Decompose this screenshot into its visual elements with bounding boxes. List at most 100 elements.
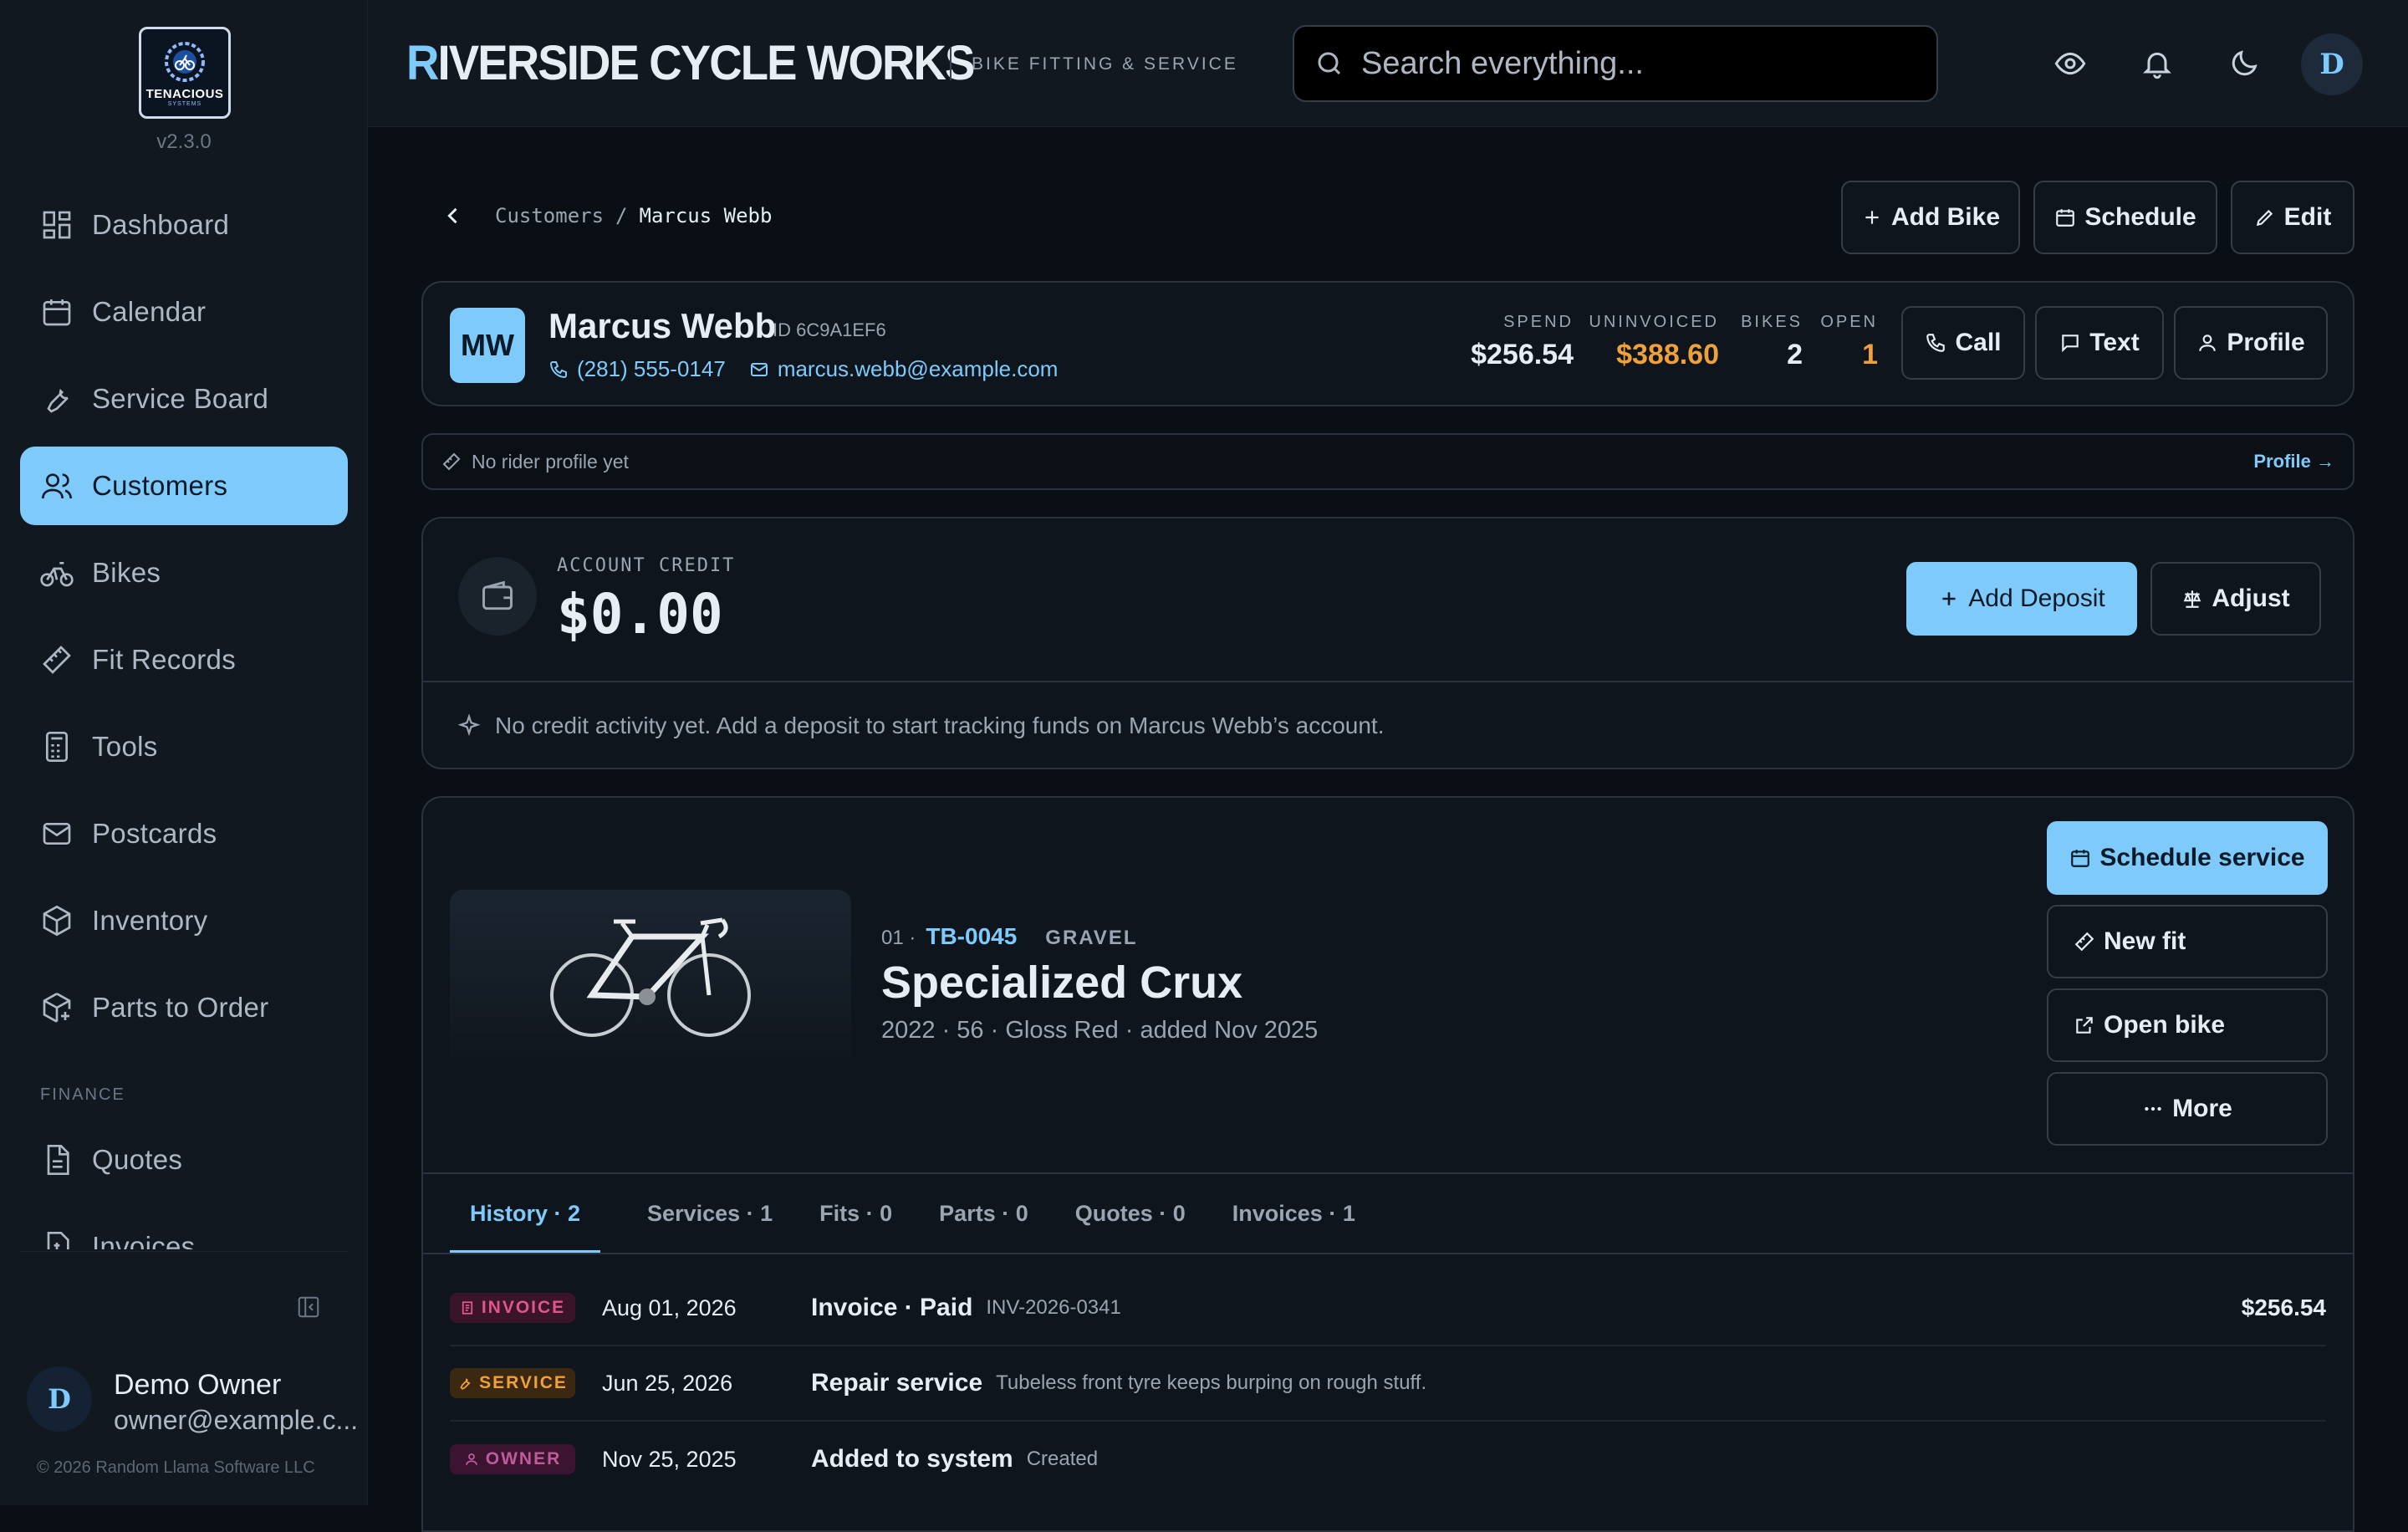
sidebar-item-label: Quotes <box>92 1144 183 1175</box>
top-user-avatar[interactable]: D <box>2301 33 2363 95</box>
moon-icon[interactable] <box>2227 47 2261 80</box>
sidebar-item-parts-to-order[interactable]: Parts to Order <box>20 968 348 1047</box>
sidebar-item-tools[interactable]: Tools <box>20 707 348 786</box>
bike-image[interactable] <box>450 890 851 1075</box>
dashboard-icon <box>43 211 71 239</box>
sidebar-item-quotes[interactable]: Quotes <box>20 1121 348 1199</box>
more-button[interactable]: More <box>2047 1072 2328 1146</box>
brand-title[interactable]: RIVERSIDE CYCLE WORKS <box>406 35 975 91</box>
stat-label: BIKES <box>1741 313 1803 331</box>
bike-subtitle: 2022 · 56 · Gloss Red · added Nov 2025 <box>881 1017 1319 1044</box>
add-deposit-label: Add Deposit <box>1968 585 2105 612</box>
stat-label: OPEN <box>1820 313 1878 331</box>
rider-note-text: No rider profile yet <box>472 450 629 472</box>
collapse-sidebar-icon[interactable] <box>296 1295 321 1320</box>
external-link-icon <box>2076 1017 2093 1034</box>
credit-note-text: No credit activity yet. Add a deposit to… <box>495 712 1385 738</box>
box-plus-icon <box>43 993 71 1023</box>
sidebar-item-service-board[interactable]: Service Board <box>20 360 348 438</box>
add-deposit-button[interactable]: Add Deposit <box>1906 562 2137 636</box>
sidebar-item-fit-records[interactable]: Fit Records <box>20 620 348 699</box>
stat-bikes: BIKES 2 <box>1741 313 1803 371</box>
history-row[interactable]: INVOICE Aug 01, 2026 Invoice · Paid INV-… <box>450 1271 2326 1346</box>
call-label: Call <box>1955 329 2002 356</box>
brand-divider <box>950 47 951 80</box>
tab-fits[interactable]: Fits · 0 <box>819 1174 892 1253</box>
sidebar: TENACIOUS SYSTEMS v2.3.0 Dashboard Calen… <box>0 0 368 1505</box>
history-row[interactable]: OWNER Nov 25, 2025 Added to system Creat… <box>450 1422 2326 1497</box>
history-title: Invoice · Paid <box>811 1294 973 1321</box>
sidebar-item-bikes[interactable]: Bikes <box>20 534 348 612</box>
brand-rest: IVERSIDE CYCLE WORKS <box>437 36 975 90</box>
sidebar-item-customers[interactable]: Customers <box>20 447 348 525</box>
tab-parts[interactable]: Parts · 0 <box>939 1174 1028 1253</box>
tab-invoices[interactable]: Invoices · 1 <box>1232 1174 1355 1253</box>
new-fit-button[interactable]: New fit <box>2047 905 2328 978</box>
text-button[interactable]: Text <box>2035 306 2164 380</box>
open-bike-button[interactable]: Open bike <box>2047 988 2328 1062</box>
phone-icon <box>1926 334 1946 352</box>
history-date: Nov 25, 2025 <box>602 1446 737 1472</box>
pencil-icon <box>2256 209 2273 227</box>
profile-button[interactable]: Profile <box>2174 306 2328 380</box>
credit-label: ACCOUNT CREDIT <box>557 555 736 576</box>
edit-label: Edit <box>2283 203 2332 231</box>
stat-label: SPEND <box>1503 313 1574 331</box>
calendar-icon <box>2071 850 2090 867</box>
message-icon <box>2062 334 2079 353</box>
chevron-left-icon[interactable] <box>441 204 465 227</box>
badge-label: SERVICE <box>479 1373 568 1392</box>
eye-icon[interactable] <box>2053 47 2087 80</box>
app-logo[interactable]: TENACIOUS SYSTEMS <box>139 27 231 119</box>
sidebar-item-label: Customers <box>92 470 228 501</box>
adjust-label: Adjust <box>2212 585 2290 612</box>
history-row[interactable]: SERVICE Jun 25, 2026 Repair service Tube… <box>450 1346 2326 1422</box>
sidebar-item-dashboard[interactable]: Dashboard <box>20 186 348 264</box>
stat-value: $388.60 <box>1616 339 1719 370</box>
breadcrumb-separator: / <box>615 204 628 227</box>
customer-phone[interactable]: (281) 555-0147 <box>577 356 726 382</box>
rider-profile-link[interactable]: Profile → <box>2253 451 2334 472</box>
bike-tabs: History · 2 Services · 1 Fits · 0 Parts … <box>450 1174 1402 1253</box>
stat-open: OPEN 1 <box>1820 313 1878 371</box>
sidebar-item-inventory[interactable]: Inventory <box>20 881 348 960</box>
schedule-button[interactable]: Schedule <box>2033 181 2217 254</box>
account-credit-card: ACCOUNT CREDIT $0.00 Add Deposit Adjust … <box>421 517 2354 769</box>
tab-history[interactable]: History · 2 <box>450 1174 601 1253</box>
history-desc: Tubeless front tyre keeps burping on rou… <box>996 1371 1427 1394</box>
bike-title: Specialized Crux <box>881 958 1243 1008</box>
customer-email[interactable]: marcus.webb@example.com <box>778 356 1059 382</box>
tabs-divider <box>423 1253 2353 1254</box>
call-button[interactable]: Call <box>1901 306 2025 380</box>
tab-quotes[interactable]: Quotes · 0 <box>1075 1174 1186 1253</box>
user-avatar[interactable]: D <box>27 1366 92 1432</box>
bike-code[interactable]: TB-0045 <box>926 923 1017 950</box>
bike-photo-icon <box>550 917 751 1037</box>
sidebar-item-label: Service Board <box>92 383 269 414</box>
invoice-icon <box>47 1232 69 1249</box>
schedule-service-button[interactable]: Schedule service <box>2047 821 2328 895</box>
search-input[interactable] <box>1361 45 1896 82</box>
logo-text: TENACIOUS <box>145 87 224 101</box>
sidebar-item-calendar[interactable]: Calendar <box>20 273 348 351</box>
phone-icon <box>549 360 567 378</box>
plus-icon <box>1942 592 1956 605</box>
breadcrumb-parent[interactable]: Customers <box>495 204 604 227</box>
edit-button[interactable]: Edit <box>2231 181 2354 254</box>
bike-icon <box>40 562 74 587</box>
tab-services[interactable]: Services · 1 <box>647 1174 773 1253</box>
bike-index: 01 · <box>881 927 916 949</box>
sidebar-item-label: Bikes <box>92 557 161 588</box>
sidebar-item-invoices[interactable]: Invoices <box>20 1208 348 1249</box>
adjust-button[interactable]: Adjust <box>2150 562 2321 636</box>
search-bar[interactable] <box>1293 25 1938 102</box>
logo-subtext: SYSTEMS <box>167 101 202 107</box>
rider-profile-note: No rider profile yet Profile → <box>421 433 2354 490</box>
calendar-icon <box>2056 209 2075 227</box>
add-bike-button[interactable]: Add Bike <box>1841 181 2020 254</box>
sidebar-item-postcards[interactable]: Postcards <box>20 794 348 873</box>
more-label: More <box>2172 1095 2232 1122</box>
bell-icon[interactable] <box>2140 47 2174 80</box>
history-date: Jun 25, 2026 <box>602 1370 733 1396</box>
customer-card: MW Marcus Webb ID 6C9A1EF6 (281) 555-014… <box>421 281 2354 406</box>
